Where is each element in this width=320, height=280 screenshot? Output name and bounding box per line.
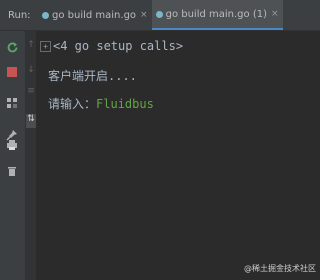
run-tool-window-header: Run: go build main.go × go build main.go… — [0, 0, 320, 31]
user-input-text: Fluidbus — [96, 97, 154, 111]
watermark: @稀土掘金技术社区 — [244, 264, 316, 273]
stop-icon[interactable] — [5, 65, 19, 79]
expand-fold-icon[interactable]: + — [40, 41, 51, 52]
setup-calls-line[interactable]: + <4 go setup calls> — [40, 39, 183, 53]
setup-calls-text: <4 go setup calls> — [53, 39, 184, 53]
layout-icon[interactable] — [5, 96, 19, 110]
down-icon[interactable]: ↓ — [26, 65, 36, 79]
soft-wrap-icon[interactable]: ≡ — [26, 86, 36, 100]
console-side-toolbar: ↑ ↓ ≡ ⇅ — [26, 31, 36, 280]
output-line: 客户端开启.... — [48, 69, 137, 83]
prompt-text: 请输入： — [48, 97, 97, 111]
console-output[interactable]: + <4 go setup calls> 客户端开启.... 请输入：Fluidb… — [36, 31, 320, 280]
tab-label: go build main.go — [52, 9, 137, 21]
trash-icon[interactable] — [5, 164, 19, 178]
tab-label: go build main.go (1) — [165, 8, 267, 20]
tab-go-build-main[interactable]: go build main.go × — [38, 0, 152, 30]
up-icon[interactable]: ↑ — [26, 40, 36, 54]
close-icon[interactable]: × — [271, 9, 279, 19]
print-icon[interactable] — [5, 138, 19, 152]
gopher-icon — [155, 10, 163, 18]
run-label: Run: — [8, 9, 31, 21]
rerun-icon[interactable] — [5, 40, 19, 54]
prompt-line: 请输入：Fluidbus — [48, 95, 154, 112]
gopher-icon — [42, 11, 49, 19]
tab-go-build-main-1[interactable]: go build main.go (1) × — [151, 0, 283, 30]
close-icon[interactable]: × — [140, 10, 148, 20]
run-toolbar — [0, 31, 26, 280]
sort-icon[interactable]: ⇅ — [26, 114, 36, 128]
